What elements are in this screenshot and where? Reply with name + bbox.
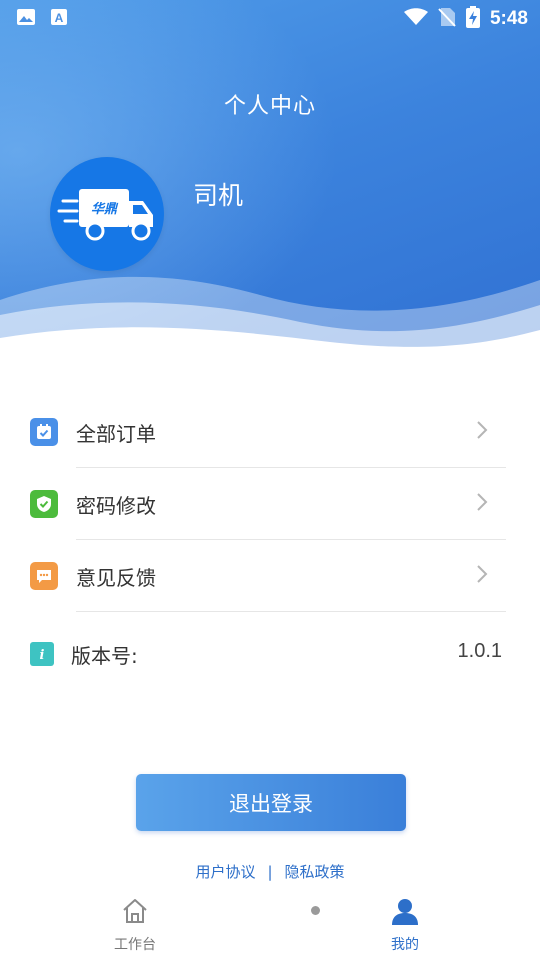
font-icon: A [50,8,68,30]
menu-item-label: 意见反馈 [76,565,156,590]
status-time: 5:48 [489,8,528,29]
menu-item-all-orders[interactable]: 全部订单 [0,396,540,468]
chevron-right-icon [476,420,488,444]
tab-label: 我的 [391,937,419,953]
menu-list: 全部订单 密码修改 意见反馈 i 版本号: 1.0.1 [0,396,540,696]
avatar-logo-text: 华鼎 [91,201,119,217]
bottom-tab-bar: 工作台 我的 [0,892,540,960]
logout-button[interactable]: 退出登录 [136,774,406,831]
status-bar: A 5:48 [0,0,540,36]
chevron-right-icon [476,564,488,588]
svg-text:i: i [40,648,45,662]
user-icon [392,899,418,925]
page-title: 个人中心 [223,94,316,119]
menu-item-label: 全部订单 [76,421,156,446]
svg-text:A: A [55,11,64,25]
user-agreement-link[interactable]: 用户协议 [195,863,255,881]
gallery-icon [16,8,36,30]
wifi-icon [403,8,428,30]
username: 司机 [193,181,244,210]
avatar[interactable]: 华鼎 [50,157,164,271]
tab-workbench[interactable]: 工作台 [90,892,180,960]
legal-links: 用户协议 | 隐私政策 [0,861,540,882]
menu-item-change-password[interactable]: 密码修改 [0,468,540,540]
home-icon [123,899,147,923]
version-label: 版本号: [71,644,138,668]
no-sim-icon [438,7,456,31]
chevron-right-icon [476,492,488,516]
battery-charging-icon [465,6,480,32]
version-value: 1.0.1 [457,640,502,662]
shield-check-icon [30,490,58,518]
chat-bubble-icon [30,562,58,590]
delivery-truck-icon: 华鼎 [57,189,153,241]
page-indicator-dot [311,906,320,915]
tab-label: 工作台 [114,937,156,953]
info-icon: i [30,642,54,666]
calendar-check-icon [30,418,58,446]
menu-item-label: 密码修改 [76,493,156,518]
version-row: i 版本号: 1.0.1 [0,612,540,696]
tab-mine[interactable]: 我的 [360,892,450,960]
privacy-policy-link[interactable]: 隐私政策 [285,863,345,881]
legal-separator: | [267,863,273,881]
header-waves [0,276,540,380]
menu-item-feedback[interactable]: 意见反馈 [0,540,540,612]
